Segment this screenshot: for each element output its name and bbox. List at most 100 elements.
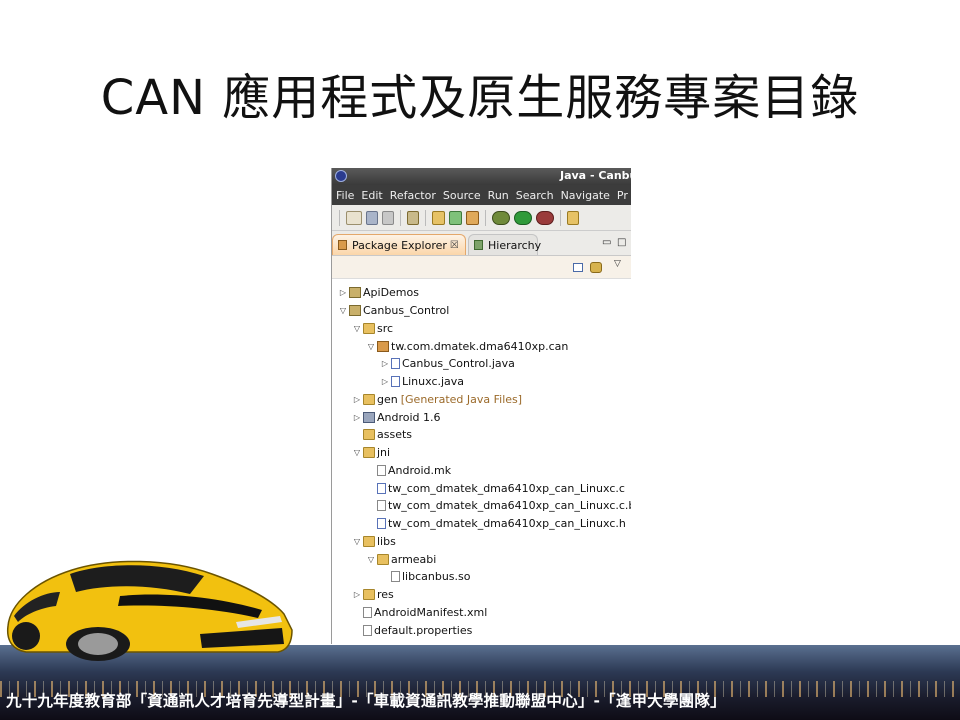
menu-bar: File Edit Refactor Source Run Search Nav… <box>332 185 631 205</box>
new-icon[interactable] <box>346 210 362 225</box>
tree-item-label: gen <box>377 392 398 406</box>
file-icon <box>377 464 386 476</box>
folder-icon <box>363 535 375 547</box>
collapsed-arrow-icon[interactable]: ▷ <box>380 359 390 368</box>
tree-item[interactable]: ▷ res <box>332 586 631 604</box>
expanded-arrow-icon[interactable]: ▽ <box>366 555 376 564</box>
run-icon[interactable] <box>514 210 532 225</box>
toolbar-separator <box>425 209 426 226</box>
expanded-arrow-icon[interactable]: ▽ <box>352 324 362 333</box>
folder-icon <box>363 429 375 441</box>
minimize-icon[interactable]: ▭ <box>602 237 611 248</box>
slide-title: CAN 應用程式及原生服務專案目錄 <box>100 70 860 126</box>
menu-run[interactable]: Run <box>488 189 509 202</box>
tree-item[interactable]: ▽ jni <box>332 444 631 462</box>
tree-item-label: tw.com.dmatek.dma6410xp.can <box>391 339 569 353</box>
collapse-all-icon[interactable] <box>573 263 583 272</box>
tree-item[interactable]: ▽ src <box>332 320 631 338</box>
menu-refactor[interactable]: Refactor <box>390 189 436 202</box>
collapsed-arrow-icon[interactable]: ▷ <box>352 395 362 404</box>
tree-item-label: Linuxc.java <box>402 375 465 389</box>
tree-item-label: tw_com_dmatek_dma6410xp_can_Linuxc.h <box>388 517 626 531</box>
tree-item[interactable]: ▽ Canbus_Control <box>332 302 631 320</box>
tab-package-explorer[interactable]: Package Explorer ☒ <box>332 234 466 255</box>
window-title: Java - Canbu <box>560 169 631 182</box>
tab-hierarchy-label: Hierarchy <box>488 238 542 252</box>
file-icon <box>363 624 372 636</box>
view-toolbar: ▽ <box>332 256 631 279</box>
expanded-arrow-icon[interactable]: ▽ <box>352 537 362 546</box>
new-java-project-icon[interactable] <box>432 210 445 225</box>
collapsed-arrow-icon[interactable]: ▷ <box>352 590 362 599</box>
view-menu-icon[interactable]: ▽ <box>614 259 621 269</box>
menu-source[interactable]: Source <box>443 189 481 202</box>
project-icon <box>349 287 361 299</box>
expanded-arrow-icon[interactable]: ▽ <box>366 342 376 351</box>
file-icon <box>363 606 372 618</box>
folder-icon <box>363 589 375 601</box>
tree-item[interactable]: tw_com_dmatek_dma6410xp_can_Linuxc.c.bak <box>332 497 631 515</box>
footer-text: 九十九年度教育部「資通訊人才培育先導型計畫」-「車載資通訊教學推動聯盟中心」-「… <box>6 692 726 710</box>
tree-item[interactable]: ▷ Linuxc.java <box>332 373 631 391</box>
binary-file-icon <box>391 571 400 583</box>
tree-item-label: libcanbus.so <box>402 570 471 584</box>
collapsed-arrow-icon[interactable]: ▷ <box>352 413 362 422</box>
tree-item-label: res <box>377 588 394 602</box>
maximize-icon[interactable]: □ <box>617 237 626 248</box>
tree-item[interactable]: Android.mk <box>332 462 631 480</box>
tree-item[interactable]: ▷ Android 1.6 <box>332 408 631 426</box>
package-icon <box>377 340 389 352</box>
tree-item-label: Android.mk <box>388 463 452 477</box>
tree-item[interactable]: tw_com_dmatek_dma6410xp_can_Linuxc.h <box>332 515 631 533</box>
tree-item[interactable]: tw_com_dmatek_dma6410xp_can_Linuxc.c <box>332 479 631 497</box>
tree-item[interactable]: ▷ ApiDemos <box>332 284 631 302</box>
c-file-icon <box>377 482 386 494</box>
download-icon[interactable] <box>407 210 419 225</box>
window-titlebar: Java - Canbu <box>332 168 631 185</box>
collapsed-arrow-icon[interactable]: ▷ <box>338 288 348 297</box>
menu-search[interactable]: Search <box>516 189 554 202</box>
tree-item-label: tw_com_dmatek_dma6410xp_can_Linuxc.c.bak <box>388 499 631 513</box>
tree-item[interactable]: libcanbus.so <box>332 568 631 586</box>
toolbar-separator <box>485 209 486 226</box>
tree-item-label: libs <box>377 534 396 548</box>
tree-item-label: src <box>377 321 394 335</box>
tree-item-label: Canbus_Control.java <box>402 357 515 371</box>
tree-item[interactable]: default.properties <box>332 621 631 639</box>
print-icon[interactable] <box>382 210 394 225</box>
tree-item-annotation: [Generated Java Files] <box>400 392 523 406</box>
library-icon <box>363 411 375 423</box>
main-toolbar <box>332 205 631 231</box>
collapsed-arrow-icon[interactable]: ▷ <box>380 377 390 386</box>
external-tools-icon[interactable] <box>536 210 554 225</box>
save-icon[interactable] <box>366 210 378 225</box>
toolbar-separator <box>339 209 340 226</box>
tree-item[interactable]: assets <box>332 426 631 444</box>
tree-item[interactable]: AndroidManifest.xml <box>332 604 631 622</box>
java-file-icon <box>391 376 400 388</box>
tree-item[interactable]: ▷ gen [Generated Java Files] <box>332 391 631 409</box>
close-icon[interactable]: ☒ <box>450 240 459 251</box>
tree-item[interactable]: ▷ Canbus_Control.java <box>332 355 631 373</box>
tree-item[interactable]: ▽ armeabi <box>332 550 631 568</box>
toolbar-separator <box>560 209 561 226</box>
menu-project[interactable]: Pr <box>617 189 628 202</box>
tab-hierarchy[interactable]: Hierarchy <box>468 234 542 255</box>
expanded-arrow-icon[interactable]: ▽ <box>338 306 348 315</box>
tree-item-label: assets <box>377 428 413 442</box>
c-file-icon <box>377 518 386 530</box>
new-package-icon[interactable] <box>466 210 479 225</box>
new-class-icon[interactable] <box>449 210 462 225</box>
debug-icon[interactable] <box>492 210 510 225</box>
open-type-icon[interactable] <box>567 210 579 225</box>
link-with-editor-icon[interactable] <box>590 262 602 273</box>
tree-item-label: AndroidManifest.xml <box>374 605 488 619</box>
menu-edit[interactable]: Edit <box>361 189 382 202</box>
tree-item[interactable]: ▽ tw.com.dmatek.dma6410xp.can <box>332 337 631 355</box>
menu-file[interactable]: File <box>336 189 354 202</box>
expanded-arrow-icon[interactable]: ▽ <box>352 448 362 457</box>
file-icon <box>377 500 386 512</box>
source-folder-icon <box>363 393 375 405</box>
menu-navigate[interactable]: Navigate <box>561 189 610 202</box>
tree-item[interactable]: ▽ libs <box>332 533 631 551</box>
